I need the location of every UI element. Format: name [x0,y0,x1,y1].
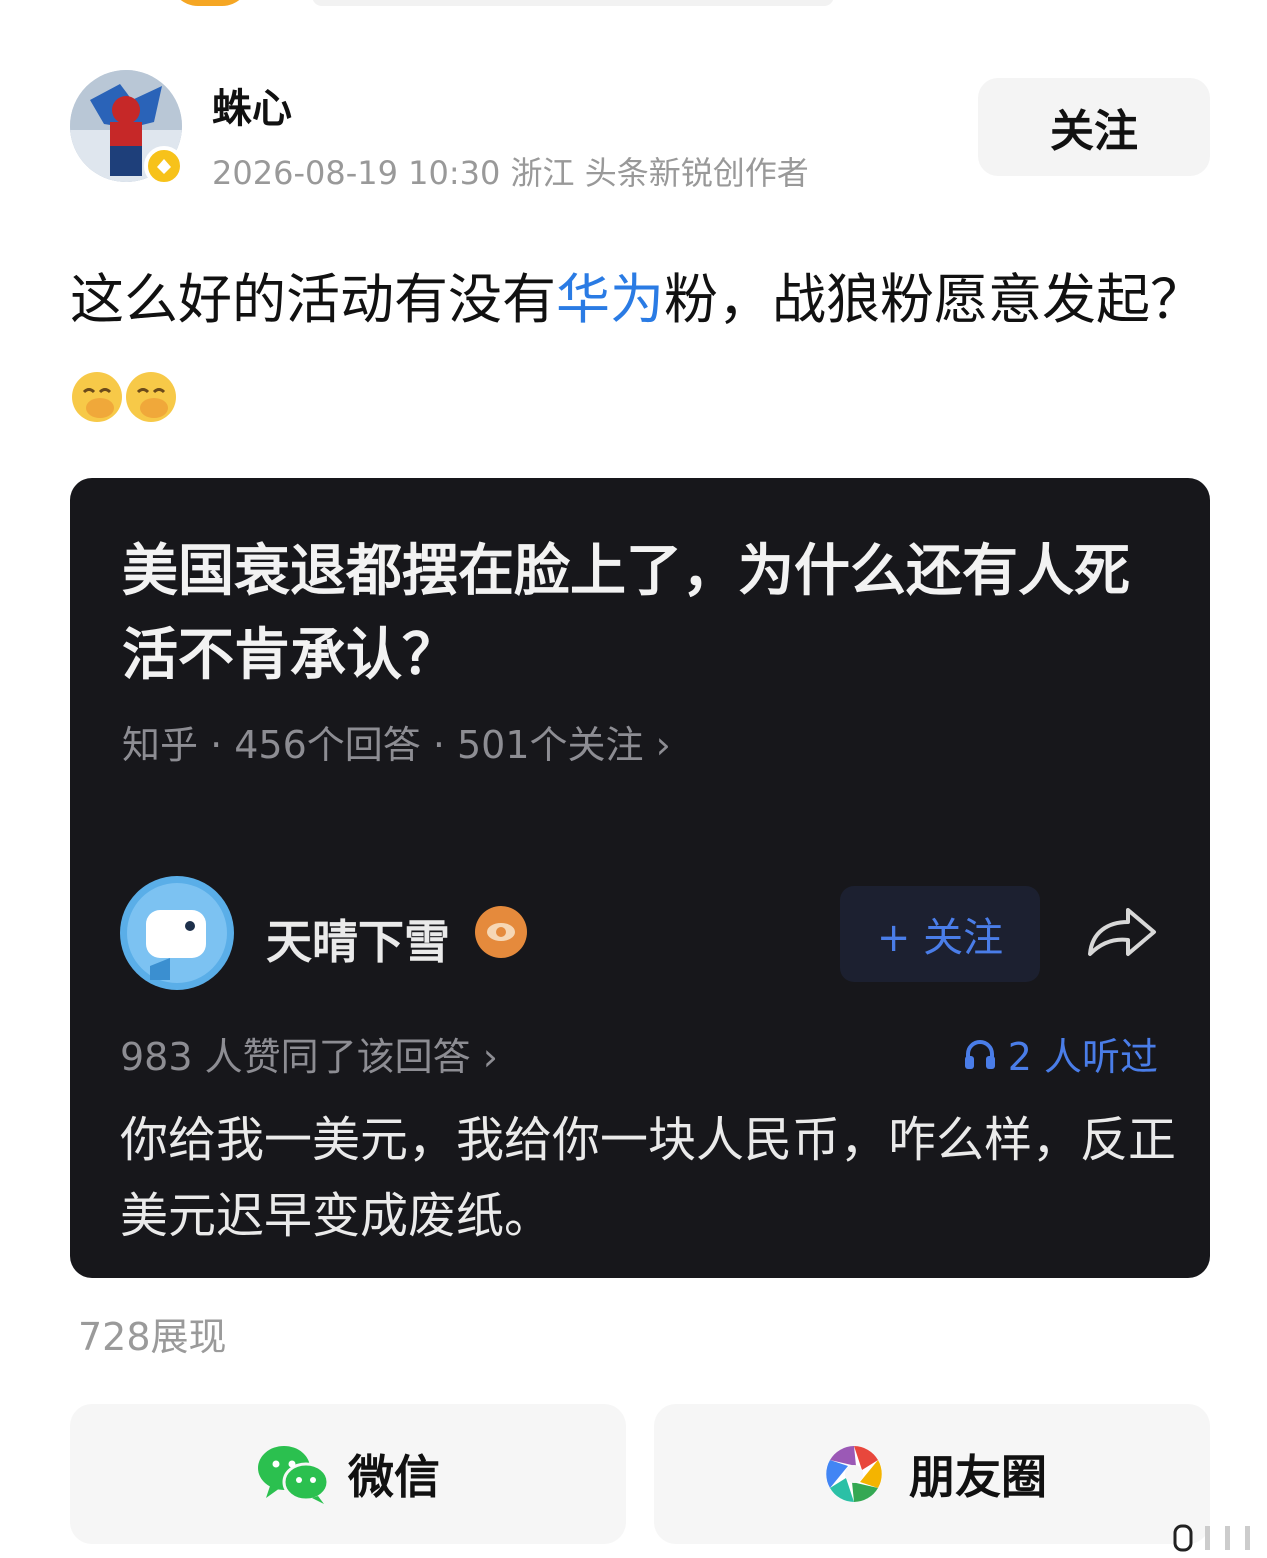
question-meta: 知乎 · 456个回答 · 501个关注 › [122,723,671,767]
post-text: 这么好的活动有没有华为粉，战狼粉愿意发起？ [70,250,1220,450]
post-meta: 2026-08-19 10:30 浙江 头条新锐创作者 [212,154,809,192]
listened-text: 2 人听过 [1007,1035,1158,1079]
wechat-icon [258,1446,330,1504]
watermark-icon [1173,1524,1250,1552]
agree-count: 983 人赞同了该回答 › [120,1035,498,1079]
answerer-follow-button: + 关注 [840,886,1040,982]
creator-badge-icon [144,146,184,186]
post-text-start: 这么好的活动有没有 [70,268,556,331]
share-moments-label: 朋友圈 [909,1450,1047,1504]
eye-badge-icon [475,906,527,958]
post-text-end: 粉，战狼粉愿意发起？ [664,268,1204,331]
author-name[interactable]: 蛛心 [212,76,292,134]
share-wechat-button[interactable]: 微信 [70,1404,626,1544]
moments-aperture-icon [826,1446,882,1502]
answerer-avatar [120,876,234,990]
cover-mouth-emoji-icon [126,372,176,422]
answerer-name: 天晴下雪 [266,915,450,969]
embedded-zhihu-screenshot[interactable]: 美国衰退都摆在脸上了，为什么还有人死活不肯承认？ 知乎 · 456个回答 · 5… [70,478,1210,1278]
follow-button[interactable]: 关注 [978,78,1210,176]
share-wechat-label: 微信 [348,1450,440,1504]
question-title: 美国衰退都摆在脸上了，为什么还有人死活不肯承认？ [122,539,1130,688]
cover-mouth-emoji-icon [72,372,122,422]
previous-item-bar-edge [312,0,834,6]
share-arrow-icon [1088,908,1156,956]
previous-item-avatar-edge [170,0,250,6]
view-count: 728展现 [78,1315,227,1359]
headphones-icon [964,1039,995,1069]
listened-count: 2 人听过 [962,1026,1158,1081]
answer-text: 你给我一美元，我给你一块人民币，咋么样，反正美元迟早变成废纸。 [120,1112,1177,1244]
post-header: 蛛心 2026-08-19 10:30 浙江 头条新锐创作者 关注 [70,70,1210,192]
huawei-topic-link[interactable]: 华为 [556,268,664,331]
